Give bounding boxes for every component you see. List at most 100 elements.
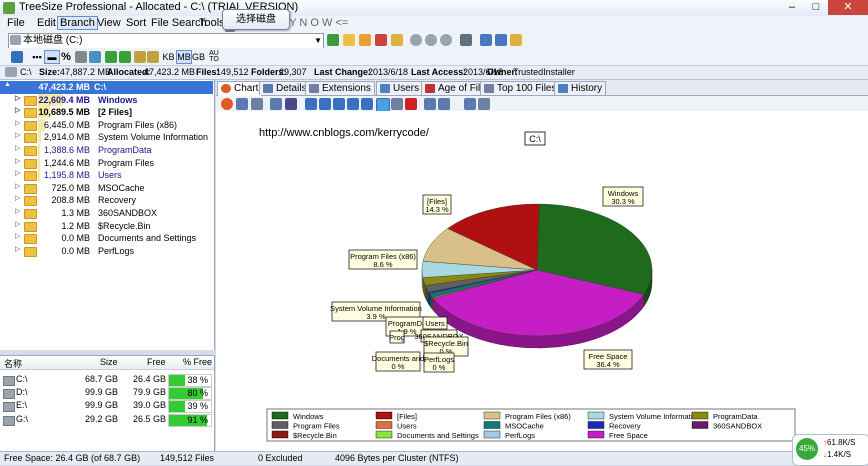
minimize-button[interactable]: – <box>780 0 804 15</box>
up-icon[interactable] <box>440 34 452 46</box>
stacked-type-icon[interactable] <box>251 98 263 110</box>
zoom-in-icon[interactable] <box>305 98 317 110</box>
tree-row[interactable]: ▷ 1.3 MB 360SANDBOX <box>0 207 214 220</box>
expand-icon[interactable]: ▷ <box>15 144 20 152</box>
drive-row[interactable]: G:\ 29.2 GB 26.5 GB 91 % <box>0 413 214 427</box>
back-icon[interactable] <box>410 34 422 46</box>
report-icon[interactable] <box>495 34 507 46</box>
legend-icon[interactable] <box>391 98 403 110</box>
tree-row[interactable]: ▷ 0.0 MB PerfLogs <box>0 245 214 258</box>
folder-tree[interactable]: ▲ 47,423.2 MB C:\ ▷ 22,609.4 MB Windows ▷ 10… <box>0 80 215 350</box>
drive-row[interactable]: E:\ 99.9 GB 39.0 GB 39 % <box>0 399 214 414</box>
collapse-icon[interactable] <box>147 51 159 63</box>
bar-type-icon[interactable] <box>236 98 248 110</box>
sort-name-icon[interactable] <box>119 51 131 63</box>
expand-icon[interactable]: ▷ <box>15 119 20 127</box>
expand-icon[interactable]: ▷ <box>15 157 20 165</box>
unit-kb-button[interactable]: KB <box>161 50 176 64</box>
age-icon[interactable] <box>89 51 101 63</box>
tree-row[interactable]: ▷ 208.8 MB Recovery <box>0 194 214 207</box>
zoom-out-icon[interactable] <box>319 98 331 110</box>
tree-row[interactable]: ▷ 22,609.4 MB Windows <box>0 93 214 107</box>
expand-icon[interactable]: ▷ <box>15 232 20 240</box>
expand-icon[interactable]: ▷ <box>15 131 20 139</box>
pie-type-icon[interactable] <box>221 98 233 110</box>
allocated-view-button[interactable]: ▬ <box>44 50 60 64</box>
sort-size-icon[interactable] <box>105 51 117 63</box>
menu-sort[interactable]: Sort <box>126 17 146 29</box>
folder-scan-icon[interactable] <box>391 34 403 46</box>
tree-row[interactable]: ▷ 1,195.8 MB Users <box>0 169 214 182</box>
close-button[interactable]: ✕ <box>828 0 868 15</box>
unit-mb-button[interactable]: MB <box>176 50 192 64</box>
expand-icon[interactable]: ▷ <box>15 245 20 253</box>
tab-top100[interactable]: Top 100 Files <box>480 81 561 95</box>
tab-history[interactable]: History <box>554 81 607 95</box>
drive-row[interactable]: C:\ 68.7 GB 26.4 GB 38 % <box>0 373 214 387</box>
expand-icon[interactable]: ▷ <box>15 94 20 102</box>
menu-branch[interactable]: Branch <box>57 16 98 30</box>
tab-users[interactable]: Users <box>376 81 424 95</box>
go-arrow-icon[interactable] <box>327 34 339 46</box>
view-3d-icon[interactable] <box>376 98 390 112</box>
open-folder-icon[interactable] <box>343 34 355 46</box>
expand-icon[interactable]: ▷ <box>15 220 20 228</box>
tree-row[interactable]: ▷ 1,388.6 MB ProgramData <box>0 144 214 157</box>
tree-row[interactable]: ▷ 6,445.0 MB Program Files (x86) <box>0 118 214 132</box>
tree-row[interactable]: ▷ 1,244.6 MB Program Files <box>0 156 214 170</box>
expand-icon[interactable]: ▷ <box>15 169 20 177</box>
expand-icon[interactable]: ▷ <box>15 182 20 190</box>
menu-edit[interactable]: Edit <box>37 17 56 29</box>
tree-root[interactable]: ▲ 47,423.2 MB C:\ <box>0 81 213 94</box>
tree-row[interactable]: ▷ 725.0 MB MSOCache <box>0 182 214 195</box>
find-icon[interactable] <box>424 98 436 110</box>
options-icon[interactable] <box>510 34 522 46</box>
print-icon[interactable] <box>460 34 472 46</box>
col-size[interactable]: Size <box>100 357 118 367</box>
extension-chart-icon[interactable] <box>478 98 490 110</box>
tree-row[interactable]: ▷ 10,689.5 MB [2 Files] <box>0 106 214 119</box>
unit-gb-button[interactable]: GB <box>191 50 206 64</box>
scroll-icon[interactable] <box>333 98 345 110</box>
expand-icon[interactable]: ▷ <box>15 207 20 215</box>
unit-auto-button[interactable]: AU TO <box>206 50 222 64</box>
rotate-icon[interactable] <box>347 98 359 110</box>
color-icon[interactable] <box>405 98 417 110</box>
col-pct-free[interactable]: % Free <box>183 357 212 367</box>
menu-file[interactable]: File <box>7 17 25 29</box>
menu-tools[interactable]: Tools <box>199 17 225 29</box>
pie-chart: http://www.cnblogs.com/kerrycode/C:\ Wind… <box>259 127 796 442</box>
tree-view-icon[interactable] <box>11 51 23 63</box>
chevron-down-icon[interactable]: ▼ <box>314 34 322 48</box>
drive-list[interactable]: 名称 Size Free % Free C:\ 68.7 GB 26.4 GB 38 … <box>0 355 215 452</box>
files-count-icon[interactable] <box>75 51 87 63</box>
list-icon[interactable] <box>464 98 476 110</box>
tilt-icon[interactable] <box>361 98 373 110</box>
drive-select[interactable]: 本地磁盘 (C:) ▼ <box>8 33 324 49</box>
maximize-button[interactable]: □ <box>804 0 828 15</box>
tab-extensions[interactable]: Extensions <box>305 81 375 95</box>
percent-view-button[interactable]: % <box>59 50 73 64</box>
expand-icon[interactable]: ▷ <box>15 194 20 202</box>
tree-row[interactable]: ▷ 0.0 MB Documents and Settings <box>0 232 214 245</box>
col-name[interactable]: 名称 <box>4 357 22 370</box>
drive-row[interactable]: D:\ 99.9 GB 79.9 GB 80 % <box>0 386 214 401</box>
forward-icon[interactable] <box>425 34 437 46</box>
search-icon[interactable] <box>438 98 450 110</box>
col-free[interactable]: Free <box>147 357 166 367</box>
expand-icon[interactable] <box>134 51 146 63</box>
menu-view[interactable]: View <box>97 17 121 29</box>
tab-chart[interactable]: Chart <box>217 81 263 96</box>
size-view-button[interactable]: ▪▪▪ <box>29 50 45 64</box>
refresh-icon[interactable] <box>359 34 371 46</box>
save-icon[interactable] <box>285 98 297 110</box>
export-icon[interactable] <box>480 34 492 46</box>
tab-details[interactable]: Details <box>259 81 311 95</box>
tree-row[interactable]: ▷ 2,914.0 MB System Volume Information <box>0 131 214 144</box>
copy-icon[interactable] <box>270 98 282 110</box>
hard-drive-icon <box>10 35 21 45</box>
stop-icon[interactable] <box>375 34 387 46</box>
expand-icon[interactable]: ▷ <box>15 106 20 114</box>
tree-row[interactable]: ▷ 1.2 MB $Recycle.Bin <box>0 220 214 233</box>
chart-callout: Prog <box>389 330 405 344</box>
